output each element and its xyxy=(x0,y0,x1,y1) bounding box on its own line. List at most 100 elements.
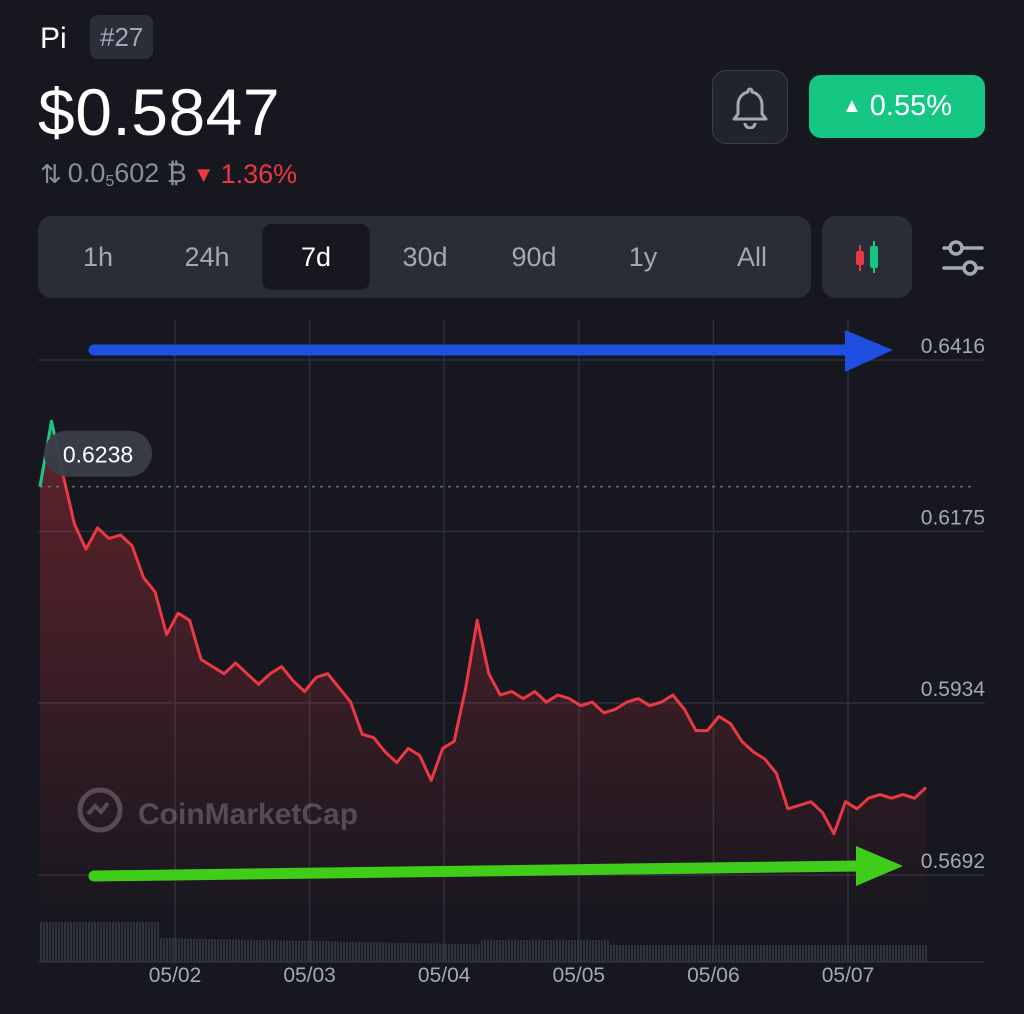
volume-bar xyxy=(271,940,273,962)
volume-bar xyxy=(274,940,276,962)
volume-bar xyxy=(370,942,372,962)
price-alert-button[interactable] xyxy=(712,70,788,144)
volume-bar xyxy=(811,945,813,962)
tab-1h[interactable]: 1h xyxy=(44,224,152,290)
volume-bar xyxy=(241,939,243,962)
volume-bar xyxy=(466,944,468,962)
volume-bar xyxy=(268,940,270,962)
candlestick-toggle-button[interactable] xyxy=(822,216,912,298)
volume-bar xyxy=(145,922,147,962)
volume-bar xyxy=(136,922,138,962)
volume-bar xyxy=(835,945,837,962)
volume-bar xyxy=(529,940,531,962)
volume-bar xyxy=(58,922,60,962)
volume-bar xyxy=(922,945,924,962)
volume-bar xyxy=(160,938,162,962)
chart-settings-button[interactable] xyxy=(940,236,986,282)
volume-bar xyxy=(322,941,324,962)
volume-bar xyxy=(799,945,801,962)
volume-bar xyxy=(727,945,729,962)
x-tick-label: 05/04 xyxy=(418,964,471,987)
volume-bar xyxy=(910,945,912,962)
volume-bar xyxy=(112,922,114,962)
volume-bar xyxy=(64,922,66,962)
volume-bar xyxy=(736,945,738,962)
tab-all[interactable]: All xyxy=(698,224,806,290)
volume-bar xyxy=(559,940,561,962)
tab-24h[interactable]: 24h xyxy=(153,224,261,290)
volume-bar xyxy=(682,945,684,962)
tab-30d[interactable]: 30d xyxy=(371,224,479,290)
volume-bar xyxy=(49,922,51,962)
volume-bar xyxy=(847,945,849,962)
btc-price-row: ⇅ 0.05602 ₿ ▼ 1.36% xyxy=(40,158,297,191)
volume-bar xyxy=(634,945,636,962)
volume-bar xyxy=(919,945,921,962)
timeframe-tabs: 1h 24h 7d 30d 90d 1y All xyxy=(38,216,811,298)
volume-bar xyxy=(565,940,567,962)
volume-bar xyxy=(361,942,363,962)
tab-7d[interactable]: 7d xyxy=(262,224,370,290)
volume-bar xyxy=(388,942,390,962)
volume-bar xyxy=(175,938,177,962)
volume-bar xyxy=(292,940,294,962)
volume-bar xyxy=(208,938,210,962)
volume-bar xyxy=(163,938,165,962)
y-tick-label: 0.6175 xyxy=(921,506,985,529)
swap-arrows-icon[interactable]: ⇅ xyxy=(40,159,62,190)
volume-bar xyxy=(235,939,237,962)
volume-bar xyxy=(865,945,867,962)
volume-bar xyxy=(262,940,264,962)
volume-bar xyxy=(517,940,519,962)
x-tick-label: 05/03 xyxy=(283,964,336,987)
price-chart[interactable]: 0.6416 0.6175 0.5934 0.5692 05/02 05/03 05/04 0… xyxy=(0,300,1024,1014)
volume-bar xyxy=(793,945,795,962)
volume-bar xyxy=(259,939,261,962)
volume-bar xyxy=(442,943,444,962)
volume-bar xyxy=(589,940,591,962)
volume-bar xyxy=(739,945,741,962)
y-tick-label: 0.6416 xyxy=(921,335,985,358)
volume-bar xyxy=(829,945,831,962)
x-tick-label: 05/05 xyxy=(553,964,606,987)
volume-bar xyxy=(568,940,570,962)
volume-bar xyxy=(700,945,702,962)
tab-1y[interactable]: 1y xyxy=(589,224,697,290)
volume-bar xyxy=(331,941,333,962)
volume-bar xyxy=(679,945,681,962)
volume-bar xyxy=(250,939,252,962)
volume-bar xyxy=(772,945,774,962)
volume-bar xyxy=(199,938,201,962)
volume-bar xyxy=(88,922,90,962)
volume-bar xyxy=(730,945,732,962)
volume-bar xyxy=(499,940,501,962)
open-price-label: 0.6238 xyxy=(63,442,133,468)
volume-bar xyxy=(55,922,57,962)
volume-bar xyxy=(664,945,666,962)
volume-bar xyxy=(223,939,225,962)
down-triangle-icon: ▼ xyxy=(192,161,215,187)
volume-bar xyxy=(157,922,159,962)
volume-bar xyxy=(211,939,213,962)
x-tick-label: 05/02 xyxy=(149,964,202,987)
volume-bar xyxy=(376,942,378,962)
volume-bar xyxy=(601,940,603,962)
volume-bar xyxy=(640,945,642,962)
volume-bar xyxy=(205,938,207,962)
volume-bar xyxy=(709,945,711,962)
volume-bar xyxy=(364,942,366,962)
volume-bar xyxy=(916,945,918,962)
volume-bar xyxy=(622,945,624,962)
tab-90d[interactable]: 90d xyxy=(480,224,588,290)
price-change-badge: ▲ 0.55% xyxy=(809,75,985,138)
volume-bar xyxy=(604,940,606,962)
volume-bar xyxy=(313,941,315,962)
sliders-icon xyxy=(942,240,984,276)
volume-bar xyxy=(295,940,297,962)
volume-bar xyxy=(796,945,798,962)
volume-bar xyxy=(130,922,132,962)
volume-bar xyxy=(343,941,345,962)
volume-bar xyxy=(406,942,408,962)
volume-bar xyxy=(481,940,483,962)
volume-bar xyxy=(763,945,765,962)
